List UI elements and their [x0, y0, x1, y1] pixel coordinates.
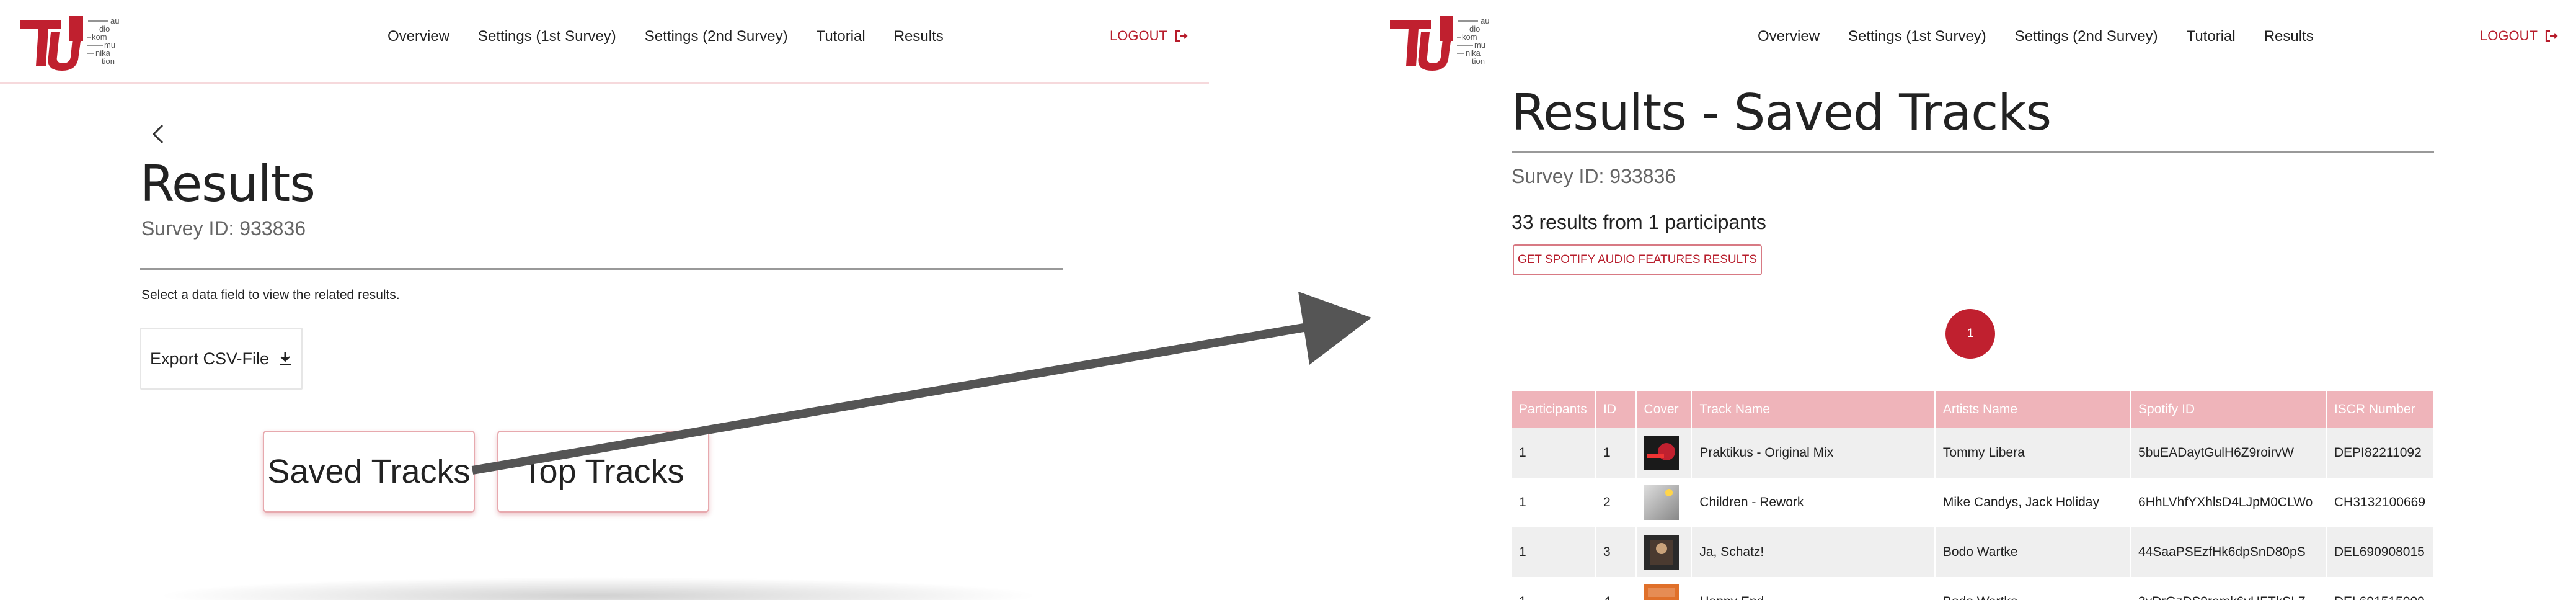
page-title: Results	[140, 155, 316, 213]
divider	[1512, 151, 2434, 153]
col-spotify-id[interactable]: Spotify ID	[2130, 391, 2327, 428]
top-navbar: au dio kom mu nika tion Overview Settings (1…	[0, 0, 1209, 84]
cell-isrc: DEPI82211092	[2326, 428, 2435, 478]
logout-label: LOGOUT	[2480, 28, 2538, 43]
cell-cover	[1635, 478, 1693, 527]
cell-cover	[1635, 428, 1693, 478]
cell-cover	[1635, 527, 1693, 577]
cell-track-name: Happy End	[1691, 577, 1936, 600]
cell-artist-name: Tommy Libera	[1934, 428, 2131, 478]
survey-id: Survey ID: 933836	[141, 217, 306, 240]
cell-isrc: DEL691515009	[2326, 577, 2435, 600]
nav-results[interactable]: Results	[2264, 28, 2314, 45]
cell-spotify-id: 6HhLVhfYXhlsD4LJpM0CLWo	[2130, 478, 2327, 527]
col-cover[interactable]: Cover	[1635, 391, 1693, 428]
cell-id: 3	[1595, 527, 1637, 577]
tu-berlin-logo: audiokom munikation	[20, 16, 119, 71]
album-cover-image	[1644, 436, 1679, 470]
svg-text:tion: tion	[102, 56, 115, 66]
logout-button[interactable]: LOGOUT	[2480, 28, 2559, 44]
nav-overview[interactable]: Overview	[1758, 28, 1820, 45]
cell-isrc: CH3132100669	[2326, 478, 2435, 527]
cell-artist-name: Mike Candys, Jack Holiday	[1934, 478, 2131, 527]
saved-tracks-table: Participants ID Cover Track Name Artists…	[1512, 391, 2435, 600]
table-row[interactable]: 1 4 Happy End Bodo Wartke 3vDrGzDS9remk6…	[1512, 577, 2435, 600]
saved-tracks-tile[interactable]: Saved Tracks	[263, 431, 475, 513]
tu-berlin-logo: audiokom munikation	[1390, 16, 1489, 71]
cell-spotify-id: 44SaaPSEzfHk6dpSnD80pS	[2130, 527, 2327, 577]
col-isrc-number[interactable]: ISCR Number	[2326, 391, 2435, 428]
download-icon	[280, 352, 291, 365]
cell-isrc: DEL690908015	[2326, 527, 2435, 577]
nav-results[interactable]: Results	[894, 28, 944, 45]
logout-label: LOGOUT	[1110, 28, 1167, 43]
divider	[140, 268, 1063, 270]
logout-icon	[1175, 30, 1188, 42]
gap	[1209, 0, 1370, 600]
main-nav: Overview Settings (1st Survey) Settings …	[387, 28, 944, 45]
cell-cover	[1635, 577, 1693, 600]
cell-artist-name: Bodo Wartke	[1934, 577, 2131, 600]
nav-settings-2nd-survey[interactable]: Settings (2nd Survey)	[2015, 28, 2158, 45]
album-cover-image	[1644, 584, 1679, 600]
saved-tracks-page-screenshot: au dio kom mu nika tion Overview Settings (1…	[1370, 0, 2576, 600]
back-chevron-icon[interactable]	[149, 122, 166, 146]
table-header-row: Participants ID Cover Track Name Artists…	[1512, 391, 2435, 428]
table-row[interactable]: 1 1 Praktikus - Original Mix Tommy Liber…	[1512, 428, 2435, 478]
cell-artist-name: Bodo Wartke	[1934, 527, 2131, 577]
logout-button[interactable]: LOGOUT	[1110, 28, 1188, 44]
top-tracks-tile[interactable]: Top Tracks	[497, 431, 709, 513]
nav-overview[interactable]: Overview	[387, 28, 449, 45]
nav-tutorial[interactable]: Tutorial	[2187, 28, 2236, 45]
export-csv-button[interactable]: Export CSV-File	[140, 328, 303, 390]
cell-participant: 1	[1512, 527, 1596, 577]
svg-text:au: au	[110, 16, 119, 25]
results-count: 33 results from 1 participants	[1512, 211, 1766, 233]
col-artists-name[interactable]: Artists Name	[1934, 391, 2131, 428]
get-spotify-audio-features-button[interactable]: GET SPOTIFY AUDIO FEATURES RESULTS	[1513, 244, 1762, 275]
survey-id: Survey ID: 933836	[1512, 165, 1676, 187]
page-title: Results - Saved Tracks	[1512, 84, 2052, 141]
cell-track-name: Children - Rework	[1691, 478, 1936, 527]
instruction-text: Select a data field to view the related …	[141, 288, 400, 302]
table-row[interactable]: 1 3 Ja, Schatz! Bodo Wartke 44SaaPSEzfHk…	[1512, 527, 2435, 577]
album-cover-image	[1644, 485, 1679, 520]
col-track-name[interactable]: Track Name	[1691, 391, 1936, 428]
cell-participant: 1	[1512, 428, 1596, 478]
results-page-screenshot: au dio kom mu nika tion Overview Settings (1…	[0, 0, 1209, 600]
cell-spotify-id: 5buEADaytGulH6Z9roirvW	[2130, 428, 2327, 478]
svg-text:au: au	[1481, 16, 1489, 25]
nav-tutorial[interactable]: Tutorial	[817, 28, 865, 45]
nav-settings-1st-survey[interactable]: Settings (1st Survey)	[478, 28, 616, 45]
top-navbar: au dio kom mu nika tion Overview Settings (1…	[1370, 0, 2576, 82]
cell-participant: 1	[1512, 577, 1596, 600]
logout-icon	[2545, 30, 2558, 42]
album-cover-image	[1644, 535, 1679, 570]
cell-id: 1	[1595, 428, 1637, 478]
table-row[interactable]: 1 2 Children - Rework Mike Candys, Jack …	[1512, 478, 2435, 527]
col-participants[interactable]: Participants	[1512, 391, 1596, 428]
col-id[interactable]: ID	[1595, 391, 1637, 428]
nav-settings-1st-survey[interactable]: Settings (1st Survey)	[1848, 28, 1986, 45]
cell-spotify-id: 3vDrGzDS9remk6vHFTkSL7	[2130, 577, 2327, 600]
cell-id: 4	[1595, 577, 1637, 600]
pagination-page-button[interactable]: 1	[1945, 309, 1995, 359]
cell-participant: 1	[1512, 478, 1596, 527]
cell-id: 2	[1595, 478, 1637, 527]
export-csv-label: Export CSV-File	[149, 349, 270, 368]
cell-track-name: Praktikus - Original Mix	[1691, 428, 1936, 478]
cell-track-name: Ja, Schatz!	[1691, 527, 1936, 577]
main-nav: Overview Settings (1st Survey) Settings …	[1758, 28, 2314, 45]
svg-text:tion: tion	[1472, 56, 1485, 66]
nav-settings-2nd-survey[interactable]: Settings (2nd Survey)	[645, 28, 788, 45]
card-shadow	[155, 577, 1042, 600]
